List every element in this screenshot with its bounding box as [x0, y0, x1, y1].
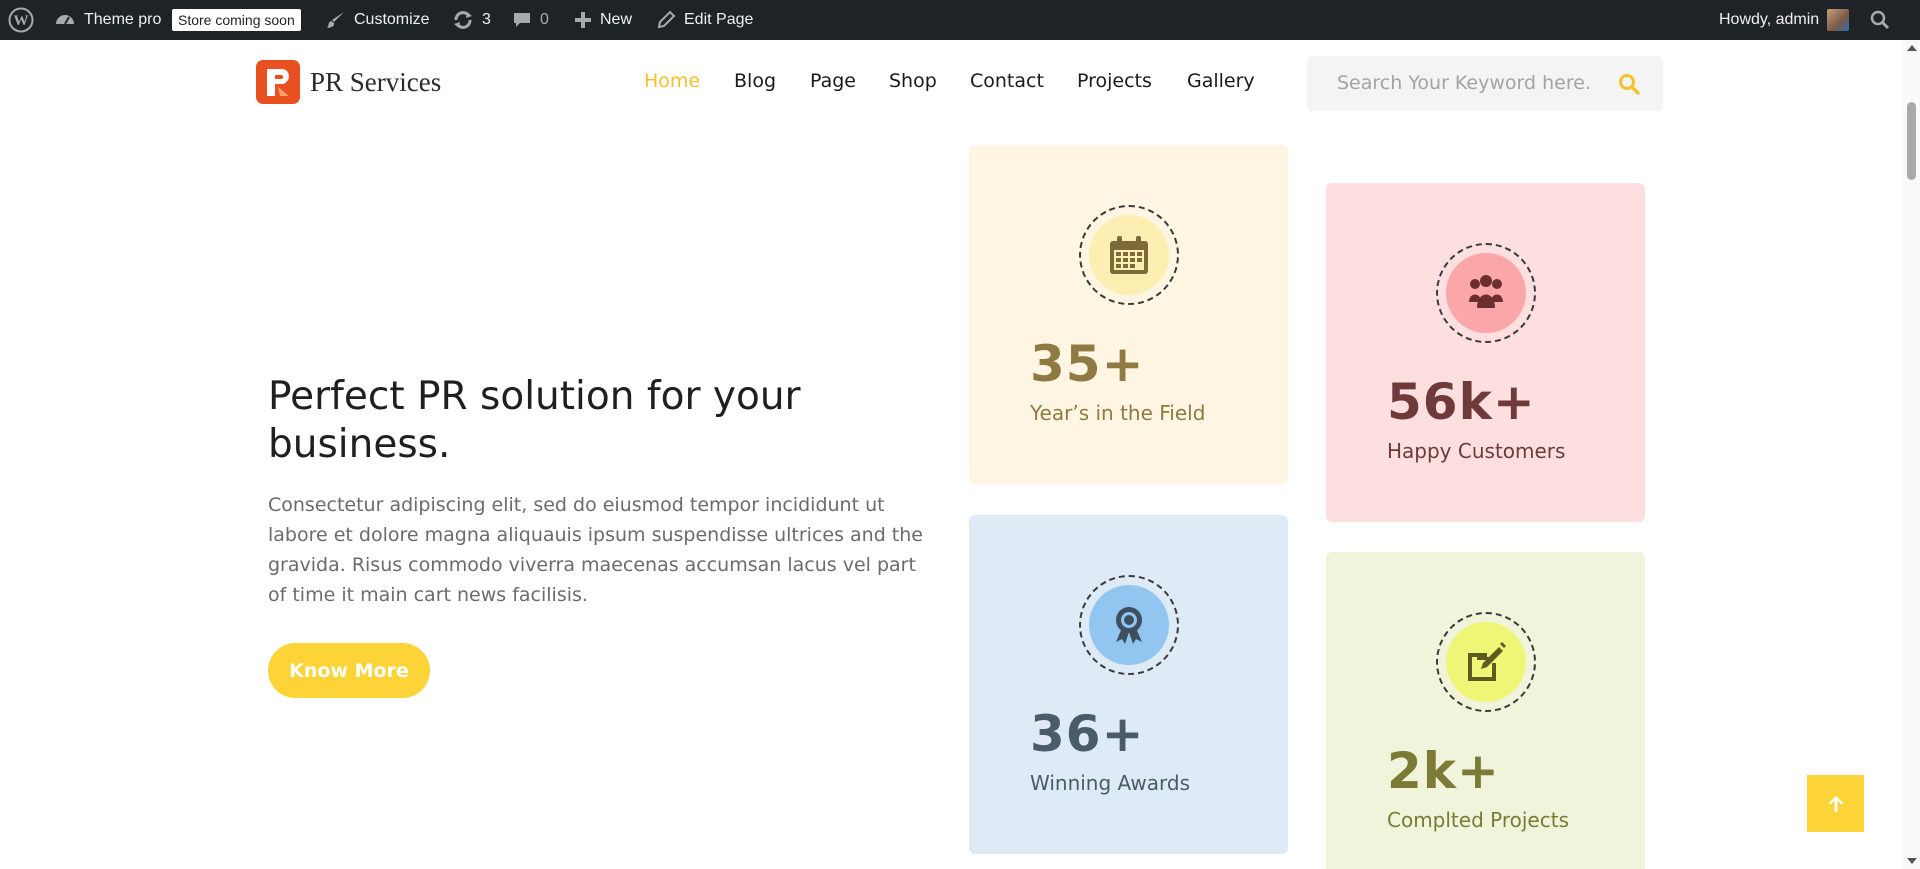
- nav-home[interactable]: Home: [644, 70, 700, 92]
- calendar-icon: [1089, 215, 1169, 295]
- logo-text: PR Services: [310, 66, 442, 97]
- nav-projects[interactable]: Projects: [1077, 70, 1152, 92]
- new-content-link[interactable]: New: [574, 0, 632, 40]
- nav-page[interactable]: Page: [810, 70, 856, 92]
- know-more-button[interactable]: Know More: [268, 643, 430, 698]
- search-icon: [1619, 74, 1640, 95]
- brush-icon: [326, 10, 346, 30]
- pencil-icon: [656, 10, 676, 30]
- svg-text:W: W: [14, 13, 29, 29]
- updates-icon: [452, 9, 474, 31]
- stat-number: 2k+: [1387, 742, 1500, 800]
- adminbar-search-button[interactable]: [1870, 0, 1890, 40]
- comment-icon: [512, 10, 532, 30]
- store-status-link[interactable]: Store coming soon: [172, 0, 301, 40]
- site-logo[interactable]: PR Services: [256, 60, 441, 104]
- arrow-up-icon: [1827, 795, 1844, 812]
- nav-blog[interactable]: Blog: [734, 70, 776, 92]
- stat-label: Winning Awards: [1030, 771, 1190, 795]
- page-scrollbar[interactable]: [1903, 40, 1920, 869]
- award-icon: [1089, 585, 1169, 665]
- store-status-badge: Store coming soon: [172, 9, 301, 31]
- search-box: [1307, 56, 1663, 111]
- stat-number: 56k+: [1387, 373, 1536, 431]
- search-input[interactable]: [1337, 72, 1607, 94]
- stat-label: Happy Customers: [1387, 439, 1566, 463]
- scroll-down-arrow-icon[interactable]: [1907, 858, 1917, 864]
- new-label: New: [600, 11, 633, 28]
- pr-logo-icon: [256, 60, 300, 104]
- comments-link[interactable]: 0: [512, 0, 549, 40]
- hero-description: Consectetur adipiscing elit, sed do eius…: [268, 494, 923, 606]
- comments-count: 0: [540, 11, 549, 28]
- updates-count: 3: [482, 11, 491, 28]
- account-menu[interactable]: Howdy, admin: [1719, 0, 1850, 40]
- search-icon: [1870, 10, 1890, 30]
- nav-gallery[interactable]: Gallery: [1187, 70, 1255, 92]
- back-to-top-button[interactable]: [1807, 775, 1864, 832]
- customize-link[interactable]: Customize: [326, 0, 430, 40]
- stat-card-projects: 2k+ Complted Projects: [1326, 552, 1645, 869]
- avatar: [1827, 9, 1850, 31]
- stat-number: 35+: [1030, 335, 1145, 393]
- admin-bar: W Theme pro Store coming soon Customize …: [0, 0, 1920, 40]
- site-name-menu[interactable]: Theme pro: [54, 0, 161, 40]
- scroll-up-arrow-icon[interactable]: [1907, 45, 1917, 51]
- people-icon: [1446, 253, 1526, 333]
- stat-card-customers: 56k+ Happy Customers: [1326, 183, 1645, 522]
- stat-label: Year’s in the Field: [1030, 401, 1206, 425]
- stat-number: 36+: [1030, 705, 1145, 763]
- search-button[interactable]: [1615, 70, 1643, 98]
- dashboard-icon: [54, 9, 76, 31]
- wordpress-logo-icon[interactable]: W: [8, 0, 34, 40]
- scrollbar-thumb[interactable]: [1907, 102, 1916, 180]
- plus-icon: [574, 11, 592, 29]
- site-name-label: Theme pro: [84, 11, 162, 28]
- edit-icon: [1446, 622, 1526, 702]
- stat-card-years: 35+ Year’s in the Field: [969, 145, 1288, 484]
- nav-contact[interactable]: Contact: [970, 70, 1044, 92]
- stat-card-awards: 36+ Winning Awards: [969, 515, 1288, 854]
- howdy-label: Howdy, admin: [1719, 11, 1820, 28]
- nav-shop[interactable]: Shop: [889, 70, 937, 92]
- updates-link[interactable]: 3: [452, 0, 491, 40]
- hero-title: Perfect PR solution for your business.: [268, 374, 801, 467]
- customize-label: Customize: [354, 11, 430, 28]
- stat-label: Complted Projects: [1387, 808, 1569, 832]
- edit-page-link[interactable]: Edit Page: [656, 0, 753, 40]
- edit-page-label: Edit Page: [684, 11, 754, 28]
